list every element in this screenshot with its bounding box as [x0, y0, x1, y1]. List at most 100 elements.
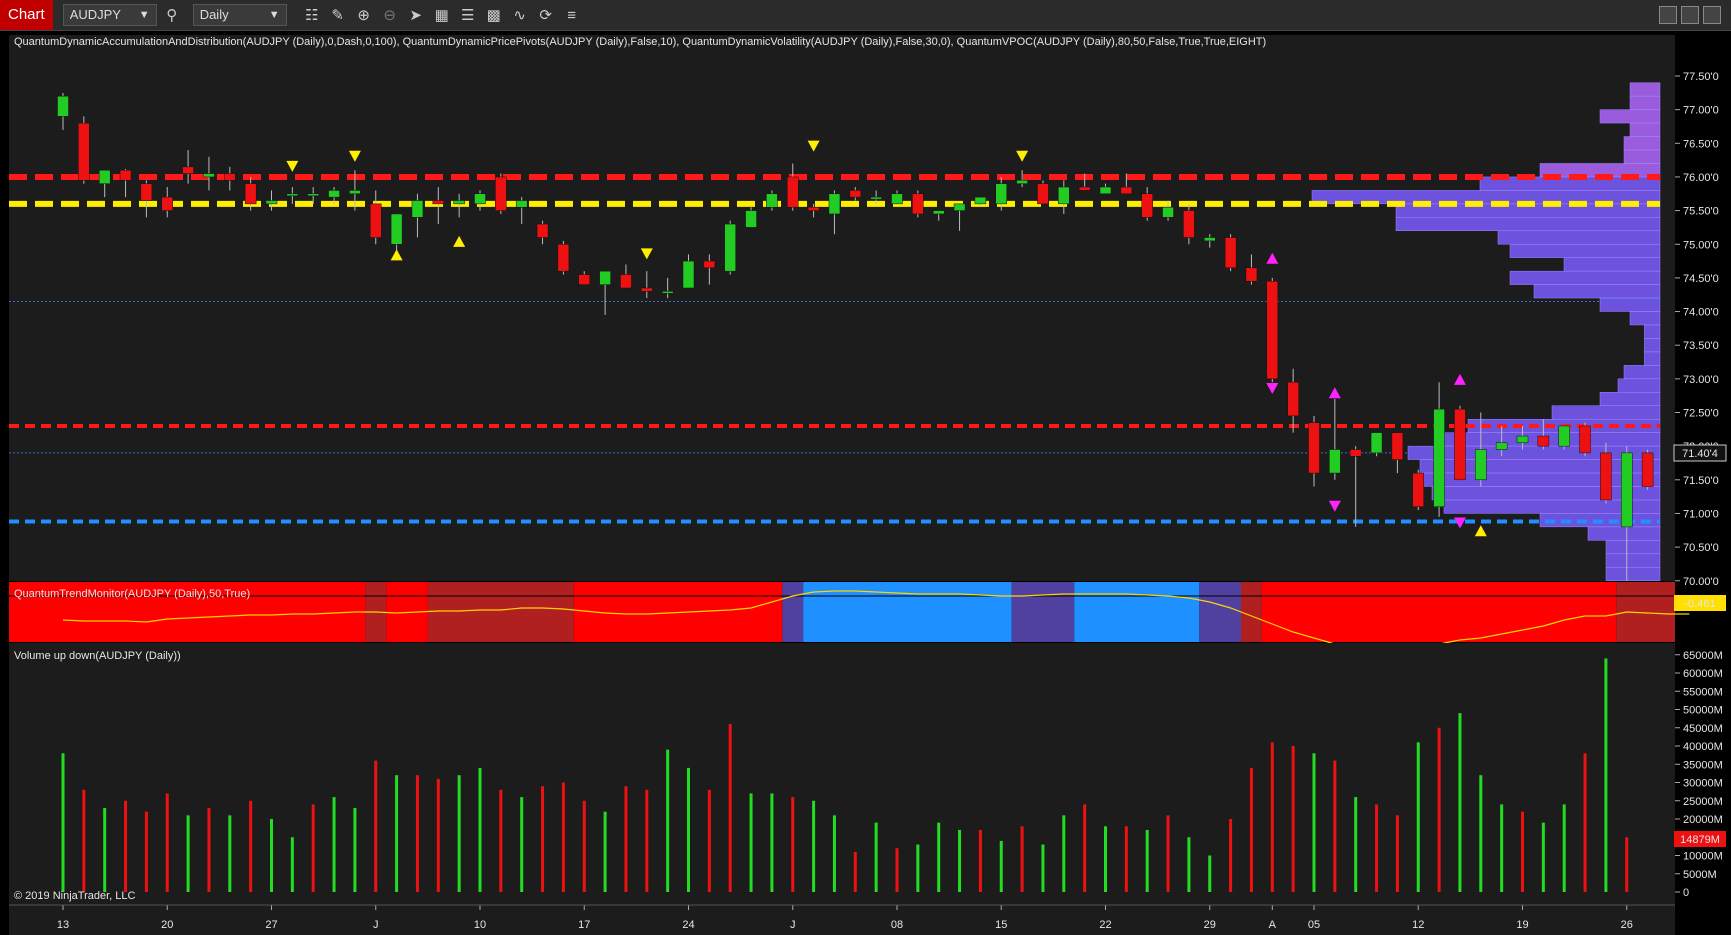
list-icon[interactable]: ≡	[561, 4, 583, 26]
volume-bar-up	[1458, 713, 1462, 892]
maximize-icon[interactable]	[1681, 6, 1699, 24]
volume-tick-label: 10000M	[1683, 851, 1723, 863]
volume-bar-up	[1562, 804, 1566, 892]
candle-body	[1600, 452, 1612, 501]
trend-segment	[1199, 582, 1242, 642]
vpoc-bar	[1623, 136, 1661, 151]
candle-body	[328, 190, 340, 198]
candle-body	[370, 203, 382, 238]
candle-body	[495, 176, 507, 211]
volume-bar-up	[1354, 797, 1358, 892]
data-box-icon[interactable]: ▦	[431, 4, 453, 26]
instrument-value: AUDJPY	[69, 7, 121, 22]
volume-panel[interactable]	[9, 643, 1675, 935]
candle-body	[307, 193, 319, 197]
zoom-out-icon[interactable]: ⊖	[379, 4, 401, 26]
volume-bar-up	[457, 775, 461, 892]
volume-bar-down	[1229, 819, 1233, 892]
vpoc-bar	[1599, 392, 1661, 406]
candle-body	[1349, 449, 1362, 457]
price-tick-label: 70.00'0	[1683, 576, 1719, 588]
candle-body	[224, 173, 236, 181]
volume-bar-up	[770, 793, 774, 892]
properties-icon[interactable]: ☰	[457, 4, 479, 26]
price-tick-label: 75.50'0	[1683, 206, 1719, 218]
volume-tick-label: 45000M	[1683, 723, 1723, 735]
candle-body	[203, 173, 215, 178]
candle-body	[1412, 472, 1424, 507]
templates-icon[interactable]: ▩	[483, 4, 505, 26]
volume-bar-down	[1291, 746, 1295, 892]
trend-monitor-panel	[9, 582, 1690, 651]
minimize-icon[interactable]	[1659, 6, 1677, 24]
volume-bar-down	[165, 793, 169, 892]
price-panel[interactable]	[9, 35, 1675, 581]
vpoc-bar	[1629, 122, 1661, 137]
search-icon[interactable]: ⚲	[161, 4, 183, 26]
volume-bar-down	[374, 760, 378, 892]
vpoc-bar	[1605, 553, 1661, 568]
volume-bar-down	[144, 811, 148, 892]
price-tick-label: 76.00'0	[1683, 172, 1719, 184]
period-select[interactable]: Daily ▼	[192, 4, 287, 26]
x-tick-label: A	[1269, 919, 1277, 931]
volume-tick-label: 0	[1683, 887, 1689, 899]
volume-bar-up	[874, 822, 878, 892]
candle-body	[1037, 183, 1049, 205]
vpoc-bar	[1623, 149, 1661, 164]
volume-bar-down	[978, 829, 982, 892]
volume-tick-label: 60000M	[1683, 668, 1723, 680]
bar-type-icon[interactable]: ☷	[301, 4, 323, 26]
volume-bar-up	[1500, 804, 1504, 892]
chart-canvas[interactable]: QuantumDynamicAccumulationAndDistributio…	[0, 31, 1731, 935]
volume-bar-up	[832, 815, 836, 892]
zoom-in-icon[interactable]: ⊕	[353, 4, 375, 26]
volume-bar-down	[582, 800, 586, 892]
volume-bar-up	[999, 840, 1003, 892]
pointer-icon[interactable]: ➤	[405, 4, 427, 26]
candle-body	[119, 169, 132, 181]
volume-bar-down	[415, 775, 419, 892]
candle-body	[766, 193, 778, 208]
candle-body	[78, 122, 90, 181]
volume-bar-down	[1333, 760, 1337, 892]
reload-icon[interactable]: ⟳	[535, 4, 557, 26]
strategies-icon[interactable]: ∿	[509, 4, 531, 26]
candle-body	[244, 183, 257, 205]
trend-segment	[427, 582, 574, 642]
vpoc-bar	[1644, 351, 1661, 366]
trend-segment	[782, 582, 804, 642]
volume-title: Volume up down(AUDJPY (Daily))	[14, 650, 181, 662]
x-tick-label: 15	[995, 919, 1007, 931]
instrument-select[interactable]: AUDJPY ▼	[62, 4, 157, 26]
trend-segment	[1241, 582, 1262, 642]
vpoc-bar	[1617, 378, 1661, 393]
candle-body	[1287, 381, 1299, 417]
x-tick-label: 12	[1412, 919, 1424, 931]
candle-body	[1308, 422, 1320, 474]
volume-bar-down	[1375, 804, 1379, 892]
candle-body	[474, 193, 486, 205]
volume-bar-up	[1416, 742, 1420, 892]
candle-body	[57, 95, 69, 117]
volume-bar-up	[1604, 658, 1608, 892]
x-tick-label: 26	[1621, 919, 1633, 931]
candle-body	[1141, 193, 1153, 218]
candle-body	[974, 196, 987, 205]
volume-bar-down	[1124, 826, 1128, 892]
candle-body	[787, 176, 799, 208]
volume-bar-up	[332, 797, 336, 892]
candle-body	[1558, 425, 1570, 447]
chevron-down-icon: ▼	[138, 9, 150, 21]
volume-bar-down	[707, 789, 711, 892]
close-icon[interactable]	[1703, 6, 1721, 24]
x-tick-label: J	[790, 919, 796, 931]
pencil-icon[interactable]: ✎	[327, 4, 349, 26]
tab-chart[interactable]: Chart	[0, 0, 53, 30]
vpoc-bar	[1629, 95, 1661, 110]
vpoc-bar	[1605, 540, 1661, 555]
candle-body	[1224, 237, 1237, 269]
vpoc-bar	[1587, 526, 1661, 541]
current-price-label: 71.40'4	[1682, 448, 1718, 460]
volume-tick-label: 65000M	[1683, 650, 1723, 662]
